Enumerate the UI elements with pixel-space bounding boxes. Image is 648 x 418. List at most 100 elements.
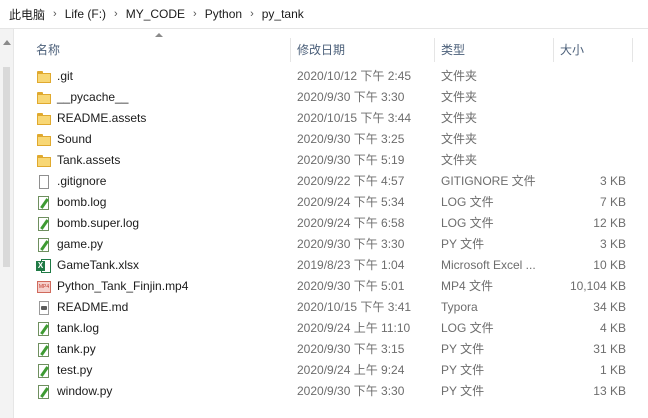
file-size: 1 KB — [599, 363, 626, 377]
file-size: 10 KB — [593, 258, 626, 272]
folder-icon — [36, 69, 52, 85]
file-name: README.assets — [57, 111, 147, 125]
nav-pane-scrollbar[interactable] — [0, 29, 14, 418]
sort-ascending-icon — [155, 33, 163, 37]
file-type: 文件夹 — [441, 153, 478, 167]
file-type: Microsoft Excel ... — [441, 258, 536, 272]
file-row[interactable]: GameTank.xlsx 2019/8/23 下午 1:04 Microsoft … — [14, 255, 648, 276]
file-type: PY 文件 — [441, 363, 485, 377]
column-divider[interactable] — [632, 38, 633, 62]
file-name: Python_Tank_Finjin.mp4 — [57, 279, 189, 293]
file-row[interactable]: .git 2020/10/12 下午 2:45 文件夹 — [14, 66, 648, 87]
file-type: 文件夹 — [441, 111, 478, 125]
breadcrumb-item-py-tank[interactable]: py_tank — [258, 7, 308, 21]
file-name: test.py — [57, 363, 93, 377]
file-date: 2020/9/30 下午 5:01 — [297, 279, 405, 293]
file-type: 文件夹 — [441, 69, 478, 83]
file-name: .git — [57, 69, 74, 83]
file-row[interactable]: README.assets 2020/10/15 下午 3:44 文件夹 — [14, 108, 648, 129]
file-date: 2020/9/30 下午 5:19 — [297, 153, 405, 167]
file-row[interactable]: Tank.assets 2020/9/30 下午 5:19 文件夹 — [14, 150, 648, 171]
file-type: PY 文件 — [441, 384, 485, 398]
file-size: 13 KB — [593, 384, 626, 398]
file-name: game.py — [57, 237, 104, 251]
scroll-up-icon[interactable] — [3, 40, 11, 45]
file-size: 3 KB — [599, 174, 626, 188]
breadcrumb-item-drive[interactable]: Life (F:) — [61, 7, 110, 21]
notepad-file-icon — [36, 363, 52, 379]
file-row[interactable]: bomb.super.log 2020/9/24 下午 6:58 LOG 文件 12 … — [14, 213, 648, 234]
excel-file-icon — [36, 258, 52, 274]
file-row[interactable]: window.py 2020/9/30 下午 3:30 PY 文件 13 KB — [14, 381, 648, 402]
file-row[interactable]: .gitignore 2020/9/22 下午 4:57 GITIGNORE 文件 3… — [14, 171, 648, 192]
file-date: 2019/8/23 下午 1:04 — [297, 258, 405, 272]
breadcrumb-item-python[interactable]: Python — [201, 7, 246, 21]
notepad-file-icon — [36, 216, 52, 232]
column-type[interactable]: 类型 — [435, 38, 553, 62]
file-type: Typora — [441, 300, 478, 314]
file-row[interactable]: __pycache__ 2020/9/30 下午 3:30 文件夹 — [14, 87, 648, 108]
file-date: 2020/9/30 下午 3:30 — [297, 237, 405, 251]
folder-icon — [36, 111, 52, 127]
column-header: 名称 修改日期 类型 大小 — [14, 38, 648, 62]
file-date: 2020/10/15 下午 3:44 — [297, 111, 412, 125]
file-row[interactable]: bomb.log 2020/9/24 下午 5:34 LOG 文件 7 KB — [14, 192, 648, 213]
breadcrumb-item-this-pc[interactable]: 此电脑 — [5, 6, 49, 23]
file-name: Sound — [57, 132, 92, 146]
file-name: tank.py — [57, 342, 96, 356]
file-name: tank.log — [57, 321, 100, 335]
file-type: LOG 文件 — [441, 321, 494, 335]
file-name: Tank.assets — [57, 153, 121, 167]
file-size: 12 KB — [593, 216, 626, 230]
file-date: 2020/9/30 下午 3:30 — [297, 90, 405, 104]
file-type: LOG 文件 — [441, 195, 494, 209]
file-size: 4 KB — [599, 321, 626, 335]
file-row[interactable]: tank.log 2020/9/24 上午 11:10 LOG 文件 4 KB — [14, 318, 648, 339]
chevron-right-icon[interactable]: › — [49, 8, 61, 20]
chevron-right-icon[interactable]: › — [246, 8, 258, 20]
file-row[interactable]: test.py 2020/9/24 上午 9:24 PY 文件 1 KB — [14, 360, 648, 381]
file-type: 文件夹 — [441, 132, 478, 146]
folder-icon — [36, 90, 52, 106]
file-icon — [36, 174, 52, 190]
column-date[interactable]: 修改日期 — [291, 38, 434, 62]
file-size: 3 KB — [599, 237, 626, 251]
file-type: PY 文件 — [441, 237, 485, 251]
notepad-file-icon — [36, 342, 52, 358]
file-name: bomb.super.log — [57, 216, 140, 230]
file-row[interactable]: tank.py 2020/9/30 下午 3:15 PY 文件 31 KB — [14, 339, 648, 360]
file-size: 34 KB — [593, 300, 626, 314]
file-size: 31 KB — [593, 342, 626, 356]
breadcrumb-item-my-code[interactable]: MY_CODE — [122, 7, 189, 21]
file-name: GameTank.xlsx — [57, 258, 140, 272]
file-name: README.md — [57, 300, 129, 314]
markdown-file-icon — [36, 300, 52, 316]
file-name: window.py — [57, 384, 113, 398]
video-file-icon — [36, 279, 52, 295]
folder-icon — [36, 153, 52, 169]
file-name: .gitignore — [57, 174, 107, 188]
file-date: 2020/9/30 下午 3:15 — [297, 342, 405, 356]
notepad-file-icon — [36, 195, 52, 211]
file-date: 2020/10/12 下午 2:45 — [297, 69, 412, 83]
file-row[interactable]: README.md 2020/10/15 下午 3:41 Typora 34 KB — [14, 297, 648, 318]
chevron-right-icon[interactable]: › — [189, 8, 201, 20]
notepad-file-icon — [36, 384, 52, 400]
file-date: 2020/9/24 上午 9:24 — [297, 363, 405, 377]
file-row[interactable]: Sound 2020/9/30 下午 3:25 文件夹 — [14, 129, 648, 150]
chevron-right-icon[interactable]: › — [110, 8, 122, 20]
file-list: .git 2020/10/12 下午 2:45 文件夹 __pycache__ 202… — [14, 66, 648, 402]
folder-icon — [36, 132, 52, 148]
column-name[interactable]: 名称 — [30, 38, 290, 62]
file-type: LOG 文件 — [441, 216, 494, 230]
file-type: GITIGNORE 文件 — [441, 174, 536, 188]
file-date: 2020/9/30 下午 3:30 — [297, 384, 405, 398]
file-date: 2020/9/22 下午 4:57 — [297, 174, 405, 188]
file-type: MP4 文件 — [441, 279, 494, 293]
file-name: __pycache__ — [57, 90, 129, 104]
column-size[interactable]: 大小 — [554, 38, 632, 62]
file-row[interactable]: Python_Tank_Finjin.mp4 2020/9/30 下午 5:01 M… — [14, 276, 648, 297]
scrollbar-thumb[interactable] — [3, 67, 10, 267]
file-date: 2020/9/24 上午 11:10 — [297, 321, 411, 335]
file-row[interactable]: game.py 2020/9/30 下午 3:30 PY 文件 3 KB — [14, 234, 648, 255]
